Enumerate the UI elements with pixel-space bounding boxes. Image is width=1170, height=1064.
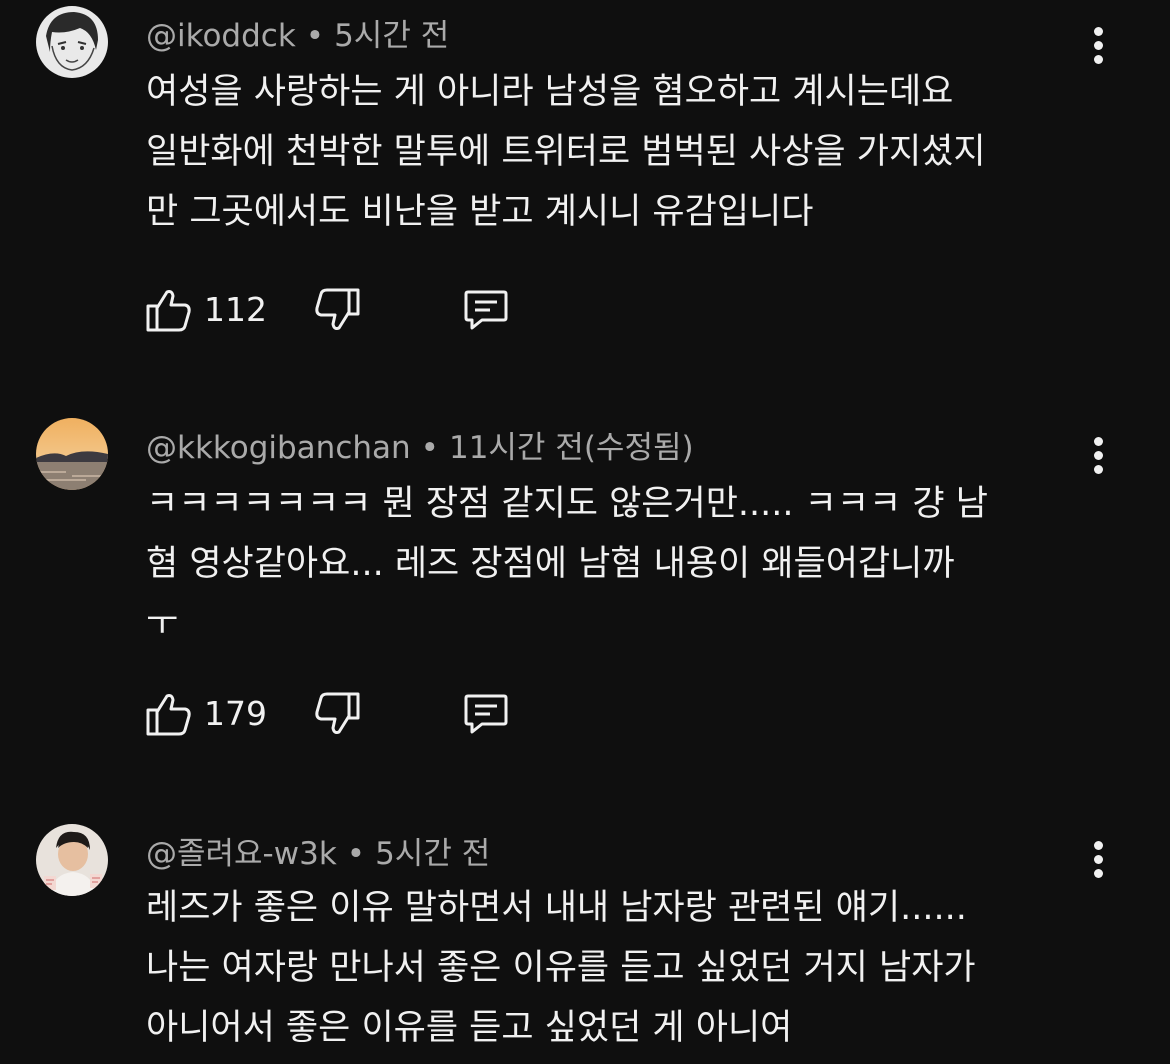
comment-meta: @ikoddck • 5시간 전 <box>146 10 449 55</box>
like-count: 112 <box>204 290 267 329</box>
author-name[interactable]: @졸려요-w3k <box>146 836 337 872</box>
comment-text: ㅋㅋㅋㅋㅋㅋㅋ 뭔 장점 같지도 않은거만..... ㅋㅋㅋ 걍 남 혐 영상같… <box>146 474 1096 654</box>
comment-meta: @졸려요-w3k • 5시간 전 <box>146 828 490 873</box>
avatar[interactable] <box>36 824 108 896</box>
reply-icon[interactable] <box>460 688 512 740</box>
thumbs-up-icon[interactable] <box>142 688 194 740</box>
comment-text-line: ㅋㅋㅋㅋㅋㅋㅋ 뭔 장점 같지도 않은거만..... ㅋㅋㅋ 걍 남 <box>146 484 988 524</box>
reply-icon[interactable] <box>460 284 512 336</box>
comment-text-line: 여성을 사랑하는 게 아니라 남성을 혐오하고 계시는데요 <box>146 72 954 112</box>
comment-text-line: 레즈가 좋은 이유 말하면서 내내 남자랑 관련된 얘기...... <box>146 888 967 928</box>
comment-text-line: ㅜ <box>146 604 179 644</box>
avatar[interactable] <box>36 6 108 78</box>
author-name[interactable]: @kkkogibanchan <box>146 430 411 466</box>
comment-text-line: 일반화에 천박한 말투에 트위터로 범벅된 사상을 가지셨지 <box>146 132 986 172</box>
thumbs-down-icon[interactable] <box>312 688 364 740</box>
comment-text-line: 나는 여자랑 만나서 좋은 이유를 듣고 싶었던 거지 남자가 <box>146 948 976 988</box>
like-count: 179 <box>204 694 267 733</box>
thumbs-up-icon[interactable] <box>142 284 194 336</box>
separator-dot: • <box>346 836 366 872</box>
comment-text-line: 혐 영상같아요... 레즈 장점에 남혐 내용이 왜들어갑니까 <box>146 544 955 584</box>
comment-meta: @kkkogibanchan • 11시간 전(수정됨) <box>146 422 694 467</box>
comment-text: 여성을 사랑하는 게 아니라 남성을 혐오하고 계시는데요 일반화에 천박한 말… <box>146 62 1096 242</box>
comment-text-line: 만 그곳에서도 비난을 받고 계시니 유감입니다 <box>146 192 814 232</box>
thumbs-down-icon[interactable] <box>312 284 364 336</box>
comment-time: 5시간 전 <box>375 836 491 872</box>
separator-dot: • <box>305 18 325 54</box>
separator-dot: • <box>420 430 439 466</box>
author-name[interactable]: @ikoddck <box>146 18 296 54</box>
comment-time: 5시간 전 <box>334 18 450 54</box>
comment-actions: 112 <box>142 284 562 340</box>
comment-text: 레즈가 좋은 이유 말하면서 내내 남자랑 관련된 얘기...... 나는 여자… <box>146 878 1096 1058</box>
comment-actions: 179 <box>142 688 562 744</box>
avatar[interactable] <box>36 418 108 490</box>
comment-time: 11시간 전(수정됨) <box>448 430 694 466</box>
comment-text-line: 아니어서 좋은 이유를 듣고 싶었던 게 아니여 <box>146 1008 793 1048</box>
